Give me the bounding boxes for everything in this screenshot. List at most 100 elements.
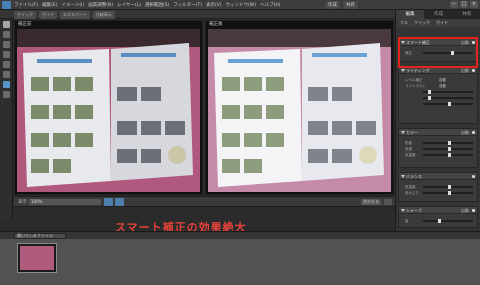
subtab-quick[interactable]: クイック (414, 19, 430, 27)
create-button[interactable]: 作成 (325, 1, 340, 9)
quick-select-tool-icon[interactable] (2, 41, 10, 48)
slider-knob[interactable] (448, 102, 451, 106)
slider-knob[interactable] (428, 90, 431, 94)
zoom-slider[interactable]: 100% (29, 199, 101, 205)
after-label: 補正後 (209, 22, 223, 27)
smart-fix-highlight-box (398, 37, 478, 68)
menu-image[interactable]: イメージ(I) (61, 2, 84, 8)
slider-knob[interactable] (438, 219, 441, 223)
tab-share[interactable]: 共有 (453, 10, 480, 19)
toolbox (0, 19, 13, 219)
menu-edit[interactable]: 編集(E) (42, 2, 57, 8)
expand-triangle-icon (401, 175, 405, 178)
after-pane: 補正後 (205, 20, 394, 195)
slider-knob[interactable] (448, 153, 451, 157)
sharpen-amount-row: 量 (399, 218, 477, 224)
sharpen-slider[interactable] (423, 219, 473, 223)
menu-bar: ファイル(F) 編集(E) イメージ(I) 画質調整(N) レイヤー(L) 選択… (0, 0, 480, 10)
highlights-slider[interactable] (423, 96, 473, 100)
minimize-icon[interactable]: − (450, 1, 458, 8)
compare-view-button[interactable]: 比較表示 (92, 11, 115, 19)
hand-tool-icon[interactable] (2, 31, 10, 38)
reset-icon[interactable] (472, 69, 475, 72)
balance-header[interactable]: バランス (399, 173, 477, 180)
crop-tool-icon[interactable] (2, 71, 10, 78)
color-section: カラー 自動 彩度 色相 色温度 (398, 128, 478, 168)
before-photo-image (17, 29, 200, 192)
reset-icon[interactable] (472, 209, 475, 212)
view-guided-button[interactable]: ガイド (39, 11, 57, 19)
auto-button[interactable]: 自動 (461, 130, 469, 136)
lighting-section: ライティング 自動 レベル補正 自動 コントラスト 自動 (398, 66, 478, 124)
thumbnail-image (20, 246, 54, 270)
whiten-teeth-tool-icon[interactable] (2, 61, 10, 68)
view-expert-button[interactable]: エキスパート (60, 11, 90, 19)
color-header[interactable]: カラー 自動 (399, 129, 477, 136)
slider-knob[interactable] (448, 191, 451, 195)
subtab-guided[interactable]: ガイド (436, 19, 448, 27)
maximize-icon[interactable]: □ (460, 1, 468, 8)
window-controls: − □ × (450, 1, 478, 8)
tab-edit[interactable]: 編集 (396, 10, 425, 19)
slider-knob[interactable] (448, 147, 451, 151)
subtab-full[interactable]: フル (400, 19, 408, 27)
close-icon[interactable]: × (470, 1, 478, 8)
auto-button[interactable]: 自動 (461, 208, 469, 214)
tint-row: 色かぶり (399, 190, 477, 196)
menu-file[interactable]: ファイル(F) (14, 2, 38, 8)
photo-thumbnail[interactable] (17, 243, 57, 273)
auto-button[interactable]: 自動 (461, 68, 469, 74)
options-bar: クイック ガイド エキスパート 比較表示 (0, 10, 395, 19)
midtone-slider[interactable] (423, 102, 473, 106)
zoom-tool-icon[interactable] (2, 21, 10, 28)
edit-mode-tabs: フル クイック ガイド (396, 19, 480, 27)
foreground-color-icon[interactable] (2, 81, 10, 88)
sharpen-header[interactable]: シャープ 自動 (399, 207, 477, 214)
menu-select[interactable]: 選択範囲(S) (145, 2, 169, 8)
scroll-arrow-icon[interactable] (384, 199, 392, 205)
menu-window[interactable]: ウィンドウ(W) (226, 2, 256, 8)
reset-icon[interactable] (472, 175, 475, 178)
view-mode-buttons: クイック ガイド エキスパート 比較表示 (14, 11, 115, 19)
before-photo[interactable] (17, 29, 200, 192)
header-actions: 作成 共有 (325, 1, 358, 9)
menu-layer[interactable]: レイヤー(L) (117, 2, 141, 8)
row-label: 色温度 (405, 153, 416, 157)
hue-slider[interactable] (423, 147, 473, 151)
main-menu: ファイル(F) 編集(E) イメージ(I) 画質調整(N) レイヤー(L) 選択… (14, 2, 281, 8)
menu-view[interactable]: 表示(V) (206, 2, 222, 8)
color-temp-slider[interactable] (423, 153, 473, 157)
share-button[interactable]: 共有 (343, 1, 358, 9)
fit-screen-button[interactable]: 合わせる (361, 199, 381, 205)
saturation-slider[interactable] (423, 141, 473, 145)
rotate-left-icon[interactable] (104, 198, 113, 206)
red-eye-tool-icon[interactable] (2, 51, 10, 58)
expand-triangle-icon (401, 209, 405, 212)
before-label: 補正前 (18, 22, 32, 27)
balance-section: バランス 色温度 色かぶり (398, 172, 478, 202)
menu-filter[interactable]: フィルター(T) (173, 2, 202, 8)
expand-triangle-icon (401, 131, 405, 134)
tint-slider[interactable] (423, 191, 473, 195)
rotate-right-icon[interactable] (115, 198, 124, 206)
before-pane: 補正前 (14, 20, 203, 195)
after-photo[interactable] (208, 29, 391, 192)
slider-knob[interactable] (428, 96, 431, 100)
expand-triangle-icon (401, 69, 405, 72)
slider-knob[interactable] (448, 141, 451, 145)
tab-create[interactable]: 作成 (424, 10, 452, 19)
menu-help[interactable]: ヘルプ(H) (260, 2, 280, 8)
view-quick-button[interactable]: クイック (14, 11, 36, 19)
balance-temp-slider[interactable] (423, 185, 473, 189)
menu-enhance[interactable]: 画質調整(N) (88, 2, 113, 8)
shadows-slider[interactable] (423, 90, 473, 94)
photo-bin-bar: 開いているファイル (0, 231, 480, 239)
reset-icon[interactable] (472, 131, 475, 134)
section-title: シャープ (406, 208, 422, 213)
lighting-header[interactable]: ライティング 自動 (399, 67, 477, 74)
slider-knob[interactable] (448, 185, 451, 189)
row-label: 量 (405, 219, 409, 223)
background-color-icon[interactable] (2, 91, 10, 98)
row-label: 色かぶり (405, 191, 419, 195)
panel-tabs: 編集 作成 共有 (396, 10, 480, 19)
